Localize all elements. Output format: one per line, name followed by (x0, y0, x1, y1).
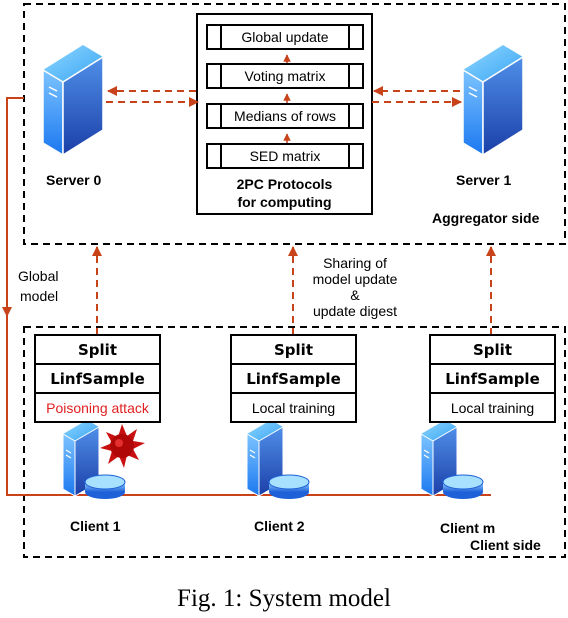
client-2-split: Split (232, 336, 355, 365)
step-medians-of-rows: Medians of rows (206, 103, 364, 129)
sharing-label-2: model update (312, 271, 398, 287)
aggregator-side-label: Aggregator side (432, 210, 540, 226)
server-1-icon (462, 44, 524, 156)
sharing-label-1: Sharing of (323, 255, 387, 271)
client-1-poisoning-attack: Poisoning attack (46, 399, 149, 416)
client-m-local-training: Local training (450, 399, 535, 416)
client-2-linfsample: LinfSample (232, 365, 355, 394)
client-side-label: Client side (470, 537, 541, 553)
client-1-label: Client 1 (70, 518, 121, 534)
client-2-box: Split LinfSample Local training (230, 334, 357, 423)
server-1-label: Server 1 (456, 172, 512, 188)
step-global-update: Global update (206, 24, 364, 50)
sharing-label-3: & (350, 287, 360, 303)
client-m-box: Split LinfSample Local training (429, 334, 556, 423)
sharing-label-4: update digest (312, 303, 398, 319)
virus-icon (100, 424, 145, 468)
client-2-icon (246, 419, 310, 500)
protocol-title-line1: 2PC Protocols (236, 176, 333, 192)
global-model-label-1: Global (18, 268, 59, 284)
client-1-box: Split LinfSample Poisoning attack (34, 334, 161, 423)
figure-caption: Fig. 1: System model (177, 585, 391, 612)
protocol-title-line2: for computing (237, 194, 332, 210)
global-model-label-2: model (20, 288, 59, 304)
client-1-linfsample: LinfSample (36, 365, 159, 394)
client-1-split: Split (36, 336, 159, 365)
step-voting-matrix: Voting matrix (206, 63, 364, 89)
client-m-linfsample: LinfSample (431, 365, 554, 394)
client-m-icon (420, 419, 484, 500)
server-0-icon (42, 44, 104, 156)
step-sed-matrix: SED matrix (206, 143, 364, 169)
server-0-label: Server 0 (46, 172, 102, 188)
client-2-local-training: Local training (251, 399, 336, 416)
client-m-label: Client m (440, 520, 496, 536)
client-m-split: Split (431, 336, 554, 365)
client-2-label: Client 2 (254, 518, 305, 534)
client-1-icon (62, 419, 126, 500)
